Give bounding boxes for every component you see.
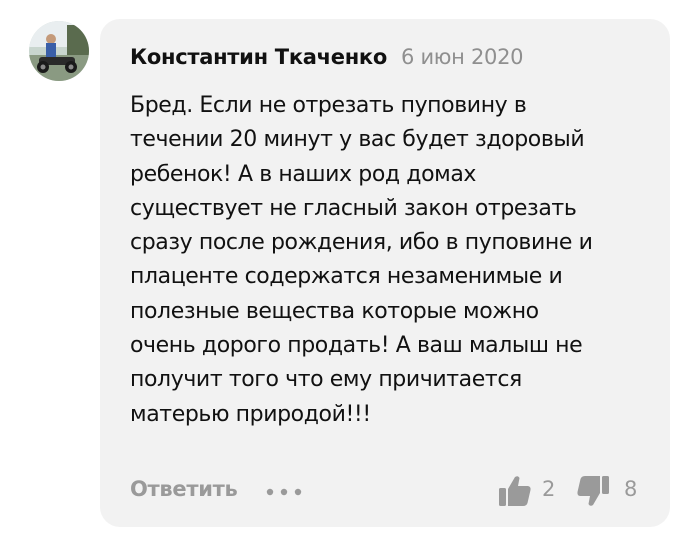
likes-count: 2: [542, 477, 556, 501]
comment-text-line: Бред. Если не отрезать пуповину в: [130, 93, 527, 118]
more-button[interactable]: [265, 485, 303, 499]
reply-button[interactable]: Ответить: [130, 477, 238, 501]
comment-text-line: очень дорого продать! А ваш малыш не: [130, 333, 583, 359]
comment-text: Бред. Если не отрезать пуповину в течени…: [130, 89, 650, 432]
comment-text-line: течении 20 минут у вас будет здоровый: [130, 127, 585, 153]
dislikes-count: 8: [624, 477, 638, 501]
comment-page: Константин Ткаченко 6 июн 2020 Бред. Если…: [0, 0, 700, 541]
comment-date[interactable]: 6 июн 2020: [401, 45, 524, 69]
author-name[interactable]: Константин Ткаченко: [130, 45, 387, 69]
comment-header: Константин Ткаченко 6 июн 2020: [130, 45, 524, 69]
comment-text-line: полезные вещества которые можно: [130, 298, 539, 324]
dislike-button[interactable]: 8: [576, 474, 646, 508]
like-button[interactable]: 2: [498, 474, 562, 508]
thumbs-up-icon: [499, 476, 531, 506]
comment-actions: Ответить 2 8: [130, 474, 642, 508]
avatar-photo-icon: [29, 21, 89, 81]
avatar[interactable]: [29, 21, 89, 81]
comment-text-line: плаценте содержатся незаменимые и: [130, 264, 563, 290]
more-dots-icon: [266, 488, 302, 496]
comment-text-line: ребенок! А в наших род домах: [130, 161, 477, 187]
comment-bubble: Константин Ткаченко 6 июн 2020 Бред. Если…: [100, 19, 670, 527]
thumbs-down-icon: [577, 476, 609, 506]
comment-text-line: сразу после рождения, ибо в пуповине и: [130, 230, 593, 256]
comment-text-line: существует не гласный закон отрезать: [130, 195, 577, 221]
comment-text-line: матерью природой!!!: [130, 401, 371, 427]
comment-text-line: получит того что ему причитается: [130, 367, 522, 393]
